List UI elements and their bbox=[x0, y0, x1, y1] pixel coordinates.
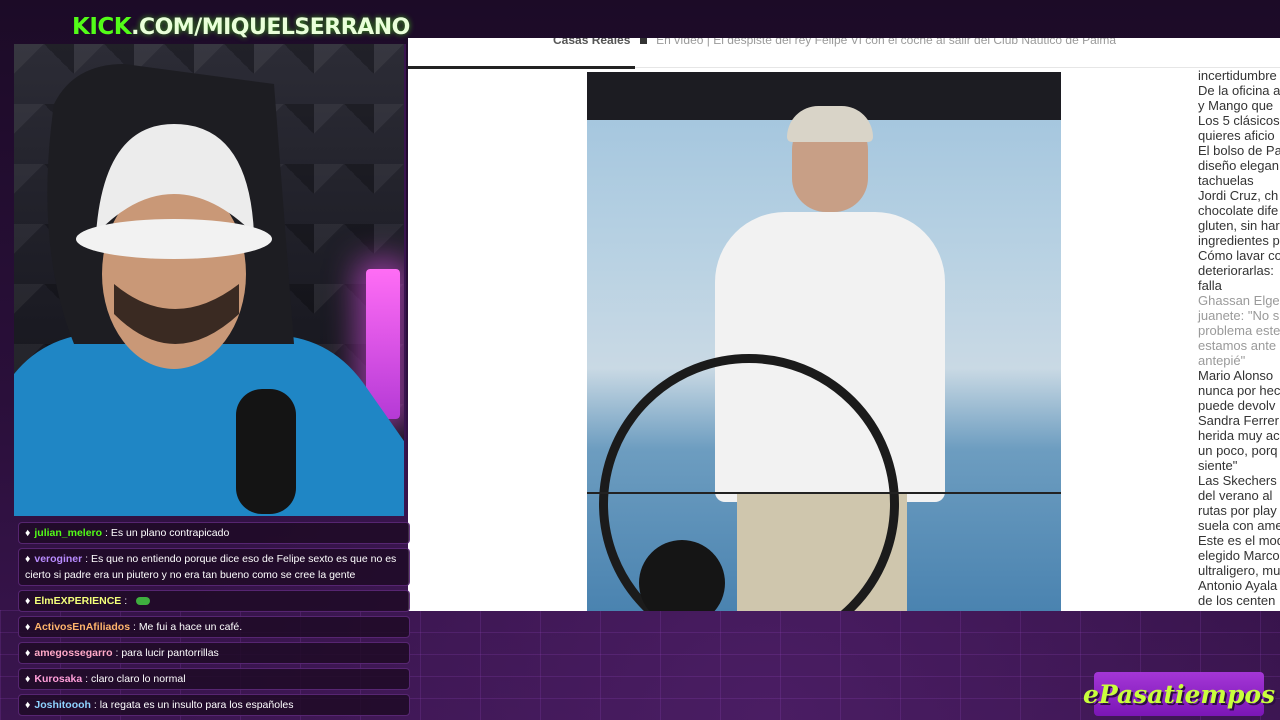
chat-separator: : bbox=[102, 527, 111, 539]
webcam-feed bbox=[14, 44, 406, 516]
reading-progress-bar bbox=[408, 66, 635, 69]
sidebar-news-line[interactable]: de los centen bbox=[1198, 593, 1280, 608]
sidebar-news-line[interactable]: y Mango que bbox=[1198, 98, 1280, 113]
chat-message: ♦ veroginer : Es que no entiendo porque d… bbox=[18, 548, 410, 586]
chat-badge-icon: ♦ bbox=[25, 699, 31, 711]
sidebar-news-line[interactable]: puede devolv bbox=[1198, 398, 1280, 413]
chat-badge-icon: ♦ bbox=[25, 595, 31, 607]
chat-message: ♦ ActivosEnAfiliados : Me fui a hace un c… bbox=[18, 616, 410, 638]
sidebar-news-line[interactable]: Mario Alonso bbox=[1198, 368, 1280, 383]
streamer-figure bbox=[14, 64, 404, 516]
sidebar-news-line[interactable]: ultraligero, mu bbox=[1198, 563, 1280, 578]
chat-text: Es un plano contrapicado bbox=[110, 527, 230, 539]
chat-message: ♦ ElmEXPERIENCE : bbox=[18, 590, 410, 612]
sidebar-news-line[interactable]: tachuelas bbox=[1198, 173, 1280, 188]
sidebar-news-line[interactable]: Jordi Cruz, ch bbox=[1198, 188, 1280, 203]
sidebar-news-line[interactable]: Sandra Ferrer bbox=[1198, 413, 1280, 428]
chat-separator: : bbox=[90, 699, 100, 711]
sidebar-news-line[interactable]: falla bbox=[1198, 278, 1280, 293]
sidebar-news-line[interactable]: rutas por play bbox=[1198, 503, 1280, 518]
chat-separator: : bbox=[130, 621, 139, 633]
channel-name: .COM/MIQUELSERRANO bbox=[131, 15, 410, 40]
chat-message: ♦ julian_melero : Es un plano contrapicad… bbox=[18, 522, 410, 544]
chat-username[interactable]: amegossegarro bbox=[34, 647, 112, 659]
breadcrumb-section[interactable]: Casas Reales bbox=[553, 38, 630, 47]
sidebar-news-line[interactable]: incertidumbre bbox=[1198, 68, 1280, 83]
chat-emote-icon bbox=[136, 597, 151, 606]
chat-panel: ♦ julian_melero : Es un plano contrapicad… bbox=[18, 522, 410, 720]
sidebar-news-line[interactable]: Cómo lavar co bbox=[1198, 248, 1280, 263]
sidebar-news-line[interactable]: un poco, porq bbox=[1198, 443, 1280, 458]
sidebar-news-line[interactable]: del verano al bbox=[1198, 488, 1280, 503]
sidebar-news-line[interactable]: herida muy ac bbox=[1198, 428, 1280, 443]
breadcrumb[interactable]: Casas Reales En vídeo | El despiste del … bbox=[553, 38, 1116, 47]
channel-url: KICK .COM/MIQUELSERRANO bbox=[72, 14, 410, 44]
chat-badge-icon: ♦ bbox=[25, 527, 31, 539]
sidebar-news-line[interactable]: problema este bbox=[1198, 323, 1280, 338]
sidebar-news-line[interactable]: Este es el mod bbox=[1198, 533, 1280, 548]
browser-page: Casas Reales En vídeo | El despiste del … bbox=[408, 38, 1280, 611]
chat-username[interactable]: julian_melero bbox=[34, 527, 102, 539]
chat-username[interactable]: veroginer bbox=[34, 553, 82, 565]
chat-badge-icon: ♦ bbox=[25, 553, 31, 565]
photo-person-cap bbox=[787, 106, 873, 142]
article-top-bar: Casas Reales En vídeo | El despiste del … bbox=[408, 38, 1280, 69]
sidebar-news-line[interactable]: antepié" bbox=[1198, 353, 1280, 368]
chat-username[interactable]: ActivosEnAfiliados bbox=[34, 621, 130, 633]
sidebar-news-line[interactable]: El bolso de Pa bbox=[1198, 143, 1280, 158]
breadcrumb-separator bbox=[639, 38, 647, 45]
chat-separator: : bbox=[82, 673, 91, 685]
sidebar-news-line[interactable]: elegido Marco bbox=[1198, 548, 1280, 563]
sidebar-news-line[interactable]: estamos ante bbox=[1198, 338, 1280, 353]
photo-rope bbox=[587, 492, 1061, 494]
article-photo[interactable] bbox=[587, 72, 1061, 611]
sidebar-news-line[interactable]: siente" bbox=[1198, 458, 1280, 473]
chat-text: claro claro lo normal bbox=[90, 673, 186, 685]
sidebar-news-line[interactable]: nunca por hec bbox=[1198, 383, 1280, 398]
chat-text: la regata es un insulto para los español… bbox=[99, 699, 294, 711]
sidebar-news-line[interactable]: quieres aficio bbox=[1198, 128, 1280, 143]
chat-message: ♦ Kurosaka : claro claro lo normal bbox=[18, 668, 410, 690]
sidebar-news-line[interactable]: Las Skechers bbox=[1198, 473, 1280, 488]
chat-text: Me fui a hace un café. bbox=[138, 621, 243, 633]
sidebar-news-line[interactable]: De la oficina a bbox=[1198, 83, 1280, 98]
brand-logo: ePasatiempos bbox=[1083, 672, 1275, 716]
chat-message: ♦ Joshitoooh : la regata es un insulto pa… bbox=[18, 694, 410, 716]
chat-badge-icon: ♦ bbox=[25, 621, 31, 633]
sidebar-news-line[interactable]: Los 5 clásicos bbox=[1198, 113, 1280, 128]
chat-username[interactable]: ElmEXPERIENCE bbox=[34, 595, 121, 607]
chat-message: ♦ amegossegarro : para lucir pantorrillas bbox=[18, 642, 410, 664]
sidebar-news-line[interactable]: juanete: "No s bbox=[1198, 308, 1280, 323]
sidebar-news-line[interactable]: ingredientes p bbox=[1198, 233, 1280, 248]
sidebar-news-line[interactable]: deteriorarlas: bbox=[1198, 263, 1280, 278]
chat-badge-icon: ♦ bbox=[25, 673, 31, 685]
chat-text: para lucir pantorrillas bbox=[121, 647, 219, 659]
related-news-sidebar: incertidumbre De la oficina ay Mango que L… bbox=[1198, 68, 1280, 608]
chat-separator: : bbox=[121, 595, 131, 607]
chat-separator: : bbox=[82, 553, 91, 565]
chat-separator: : bbox=[112, 647, 122, 659]
sidebar-news-line[interactable]: gluten, sin har bbox=[1198, 218, 1280, 233]
sidebar-news-line[interactable]: chocolate dife bbox=[1198, 203, 1280, 218]
kick-logo: KICK bbox=[72, 14, 132, 40]
chat-username[interactable]: Joshitoooh bbox=[34, 699, 91, 711]
sidebar-news-line[interactable]: Ghassan Elge bbox=[1198, 293, 1280, 308]
breadcrumb-headline[interactable]: En vídeo | El despiste del rey Felipe VI… bbox=[656, 38, 1116, 47]
sidebar-news-line[interactable]: suela con ame bbox=[1198, 518, 1280, 533]
sidebar-news-line[interactable]: Antonio Ayala bbox=[1198, 578, 1280, 593]
sidebar-news-line[interactable]: diseño elegan bbox=[1198, 158, 1280, 173]
chat-badge-icon: ♦ bbox=[25, 647, 31, 659]
chat-username[interactable]: Kurosaka bbox=[34, 673, 82, 685]
